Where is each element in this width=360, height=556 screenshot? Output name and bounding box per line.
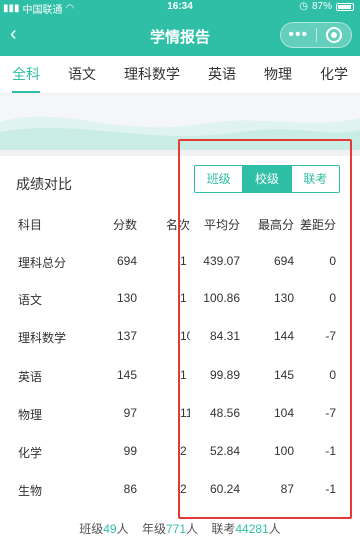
cell-score: 145: [116, 368, 137, 382]
cell-average: 99.89: [209, 368, 240, 382]
tab-physics[interactable]: 物理: [264, 56, 292, 93]
cell-subject: 语文: [18, 293, 43, 307]
col-subject: 科目: [18, 218, 43, 232]
wave-decoration: [0, 116, 360, 150]
cell-subject: 理科数学: [18, 331, 67, 345]
title-bar: ‹ 学情报告 •••: [0, 14, 360, 56]
cell-score: 130: [116, 291, 137, 305]
cell-subject: 英语: [18, 370, 43, 384]
cell-subject: 化学: [18, 446, 43, 460]
col-average: 平均分: [203, 218, 240, 232]
class-count-unit: 人: [116, 522, 129, 536]
score-comparison-card: 成绩对比 班级 校级 联考 科目 分数 名次 平均分 最高分 差距分 理科总分 …: [0, 156, 360, 556]
cell-max: 144: [273, 329, 294, 343]
cell-rank: 2: [180, 482, 187, 496]
tab-chemistry[interactable]: 化学: [320, 56, 348, 93]
class-count: 49: [103, 522, 117, 536]
table-row: 物理 97 11 48.56 104 -7: [0, 406, 360, 426]
target-icon: [325, 27, 342, 43]
cell-rank: 10: [180, 329, 190, 343]
miniprogram-capsule: •••: [280, 22, 352, 48]
cell-max: 145: [273, 368, 294, 382]
more-icon[interactable]: •••: [281, 24, 316, 46]
cell-average: 52.84: [209, 444, 240, 458]
tab-all[interactable]: 全科: [12, 56, 40, 93]
cell-average: 84.31: [209, 329, 240, 343]
cell-diff: 0: [329, 254, 336, 268]
scope-segmented-control: 班级 校级 联考: [194, 165, 340, 193]
class-count-label: 班级: [79, 522, 104, 536]
cell-diff: -1: [325, 482, 336, 496]
col-max: 最高分: [257, 218, 294, 232]
segment-class[interactable]: 班级: [195, 166, 242, 192]
segment-school[interactable]: 校级: [242, 166, 291, 192]
cell-score: 694: [116, 254, 137, 268]
cell-score: 99: [123, 444, 137, 458]
participant-counts: 班级49人 年级771人 联考44281人: [0, 520, 360, 537]
cell-score: 97: [123, 406, 137, 420]
cell-rank: 2: [180, 444, 187, 458]
cell-max: 100: [273, 444, 294, 458]
tab-chinese[interactable]: 语文: [68, 56, 96, 93]
col-rank: 名次: [166, 218, 190, 232]
col-diff: 差距分: [299, 218, 336, 232]
grade-count-unit: 人: [186, 522, 199, 536]
cell-rank: 1: [180, 291, 187, 305]
alarm-icon: ◷: [299, 1, 308, 12]
cell-average: 48.56: [209, 406, 240, 420]
table-row: 化学 99 2 52.84 100 -1: [0, 444, 360, 464]
cell-max: 694: [273, 254, 294, 268]
cell-max: 130: [273, 291, 294, 305]
cell-score: 137: [116, 329, 137, 343]
cell-average: 439.07: [203, 254, 240, 268]
battery-percent: 87%: [311, 1, 332, 12]
cell-average: 60.24: [209, 482, 240, 496]
table-row: 语文 130 1 100.86 130 0: [0, 291, 360, 311]
cell-subject: 生物: [18, 484, 43, 498]
decorative-banner: [0, 94, 360, 150]
subject-tabs: 全科 语文 理科数学 英语 物理 化学: [0, 56, 360, 94]
cell-rank: 1: [180, 368, 187, 382]
tab-math[interactable]: 理科数学: [124, 56, 180, 93]
cell-subject: 理科总分: [18, 256, 67, 270]
cell-diff: -1: [325, 444, 336, 458]
battery-icon: [336, 2, 354, 11]
cell-max: 87: [280, 482, 294, 496]
joint-count: 44281: [235, 522, 269, 536]
cell-diff: -7: [325, 406, 336, 420]
segment-joint[interactable]: 联考: [290, 166, 339, 192]
status-bar: ▮▮▮ 中国联通 ◠ 16:34 ◷ 87%: [0, 0, 360, 16]
joint-count-unit: 人: [268, 522, 281, 536]
tab-english[interactable]: 英语: [208, 56, 236, 93]
card-title: 成绩对比: [16, 176, 72, 192]
cell-rank: 1: [180, 254, 187, 268]
grade-count-label: 年级: [141, 522, 166, 536]
close-miniprogram-button[interactable]: [317, 27, 352, 43]
table-row: 理科数学 137 10 84.31 144 -7: [0, 329, 360, 349]
grade-count: 771: [165, 522, 186, 536]
cell-diff: -7: [325, 329, 336, 343]
table-row: 生物 86 2 60.24 87 -1: [0, 482, 360, 502]
cell-score: 86: [123, 482, 137, 496]
col-score: 分数: [112, 218, 137, 232]
joint-count-label: 联考: [211, 522, 236, 536]
cell-diff: 0: [329, 291, 336, 305]
cell-average: 100.86: [203, 291, 240, 305]
cell-subject: 物理: [18, 408, 43, 422]
table-header: 科目 分数 名次 平均分 最高分 差距分: [0, 216, 360, 236]
table-row: 英语 145 1 99.89 145 0: [0, 368, 360, 388]
cell-rank: 11: [180, 406, 190, 420]
table-row: 理科总分 694 1 439.07 694 0: [0, 254, 360, 274]
cell-max: 104: [273, 406, 294, 420]
cell-diff: 0: [329, 368, 336, 382]
